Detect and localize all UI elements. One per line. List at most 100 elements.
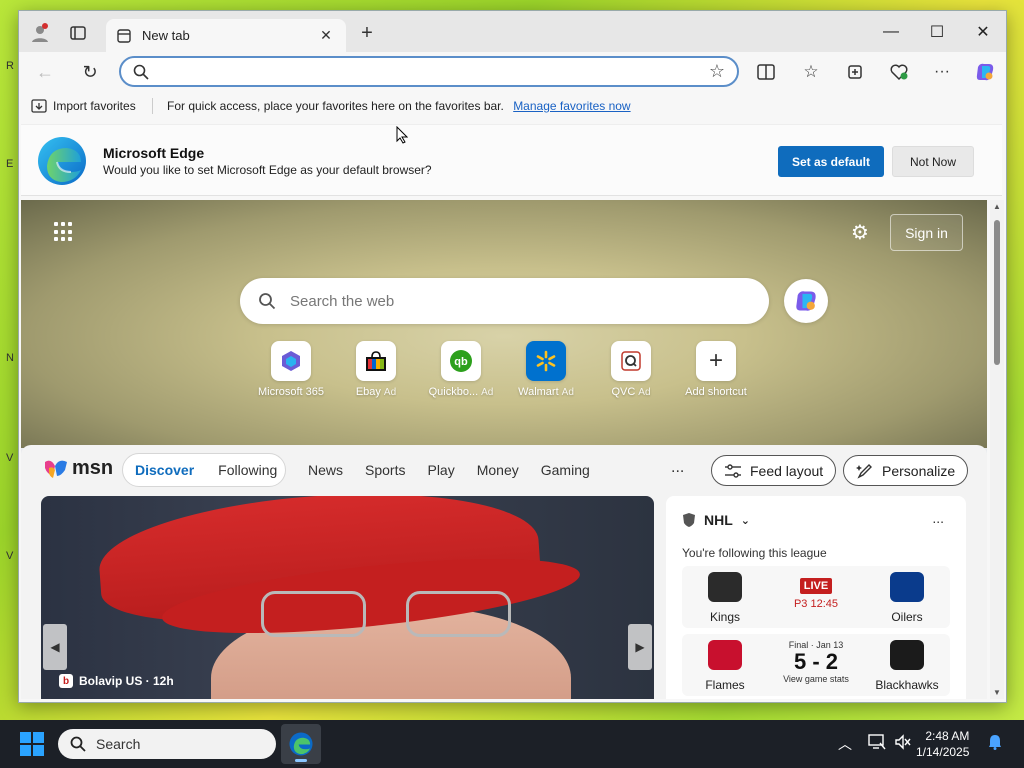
tab-actions-icon[interactable] [67,22,89,44]
scroll-up-icon[interactable]: ▲ [993,202,1001,211]
browser-window: New tab ✕ + — ☐ ✕ ← ↻ ☆ ☆ ··· Import fav… [18,10,1007,703]
desktop-icon-label: R [6,60,14,72]
nav-play[interactable]: Play [427,462,454,478]
view-game-stats-link[interactable]: View game stats [768,674,864,684]
favorites-icon[interactable]: ☆ [797,58,825,86]
import-favorites-button[interactable]: Import favorites [31,99,136,113]
nhl-label: NHL [704,512,733,528]
search-icon [259,293,276,310]
notification-bell-icon[interactable] [988,734,1002,753]
msn-feed: msn Discover Following News Sports Play … [21,445,987,699]
story-source-text: Bolavip US · 12h [79,674,174,688]
next-arrow-button[interactable]: ▶ [628,624,652,670]
nhl-card: NHL ⌄ ... You're following this league K… [666,496,966,699]
feed-more-button[interactable]: ... [671,459,684,477]
not-now-button[interactable]: Not Now [892,146,974,177]
sign-in-button[interactable]: Sign in [890,214,963,251]
new-tab-button[interactable]: + [356,22,378,44]
game-status: Final · Jan 13 5 - 2 View game stats [768,634,864,696]
nav-news[interactable]: News [308,462,343,478]
search-icon [70,736,86,752]
gear-icon[interactable]: ⚙ [851,222,873,244]
oilers-logo-icon [890,572,924,602]
tab-strip: New tab ✕ + — ☐ ✕ [19,11,1006,52]
copilot-button[interactable] [784,279,828,323]
taskbar-search[interactable]: Search [58,729,276,759]
manage-favorites-link[interactable]: Manage favorites now [513,99,630,113]
tab-discover[interactable]: Discover [123,462,206,478]
story-image-glasses [261,591,521,639]
favorites-hint: For quick access, place your favorites h… [167,99,631,113]
nav-gaming[interactable]: Gaming [541,462,590,478]
collections-icon[interactable] [841,58,869,86]
browser-essentials-icon[interactable] [885,58,913,86]
previous-arrow-button[interactable]: ◀ [43,624,67,670]
scroll-thumb[interactable] [994,220,1000,365]
personalize-button[interactable]: Personalize [843,455,969,486]
newtab-icon [116,28,132,44]
show-hidden-icons-chevron-icon[interactable]: ︿ [838,734,852,754]
split-screen-icon[interactable] [752,58,780,86]
taskbar-edge-button[interactable] [281,724,321,764]
story-source[interactable]: b Bolavip US · 12h [59,674,174,688]
system-clock[interactable]: 2:48 AM 1/14/2025 [916,728,969,760]
game-score: 5 - 2 [793,649,839,674]
address-bar[interactable]: ☆ [119,56,739,87]
app-launcher-icon[interactable] [54,222,74,242]
top-story-card[interactable]: ◀ ▶ b Bolavip US · 12h [41,496,654,699]
nhl-more-button[interactable]: ... [932,510,944,526]
minimize-button[interactable]: — [868,19,914,45]
feed-layout-label: Feed layout [750,462,824,479]
nhl-league-dropdown[interactable]: NHL ⌄ [682,512,750,528]
shortcut-quickbooks[interactable]: qb Quickbo... Ad [419,341,503,398]
tab-following[interactable]: Following [206,462,289,478]
nav-sports[interactable]: Sports [365,462,405,478]
web-search-input[interactable] [290,292,751,310]
edge-logo-icon [38,137,86,185]
shortcut-microsoft365[interactable]: Microsoft 365 [249,341,333,398]
background-image: ⚙ Sign in Microsoft 365 [21,200,987,448]
settings-more-icon[interactable]: ··· [928,58,956,86]
shortcut-ebay[interactable]: Ebay Ad [334,341,418,398]
msn-logo[interactable]: msn [43,457,113,480]
nav-money[interactable]: Money [477,462,519,478]
favorites-hint-text: For quick access, place your favorites h… [167,99,504,113]
web-search-box[interactable] [240,278,769,324]
close-window-button[interactable]: ✕ [960,19,1006,45]
refresh-button[interactable]: ↻ [76,58,104,86]
favorites-bar: Import favorites For quick access, place… [19,92,1006,120]
divider [152,98,153,114]
default-browser-banner: Microsoft Edge Would you like to set Mic… [21,124,1002,196]
set-as-default-button[interactable]: Set as default [778,146,884,177]
shortcut-walmart[interactable]: Walmart Ad [504,341,588,398]
back-button[interactable]: ← [31,58,59,86]
microsoft365-icon [271,341,311,381]
shortcut-label: QVC [611,386,636,398]
desktop-icon-label: V [6,550,14,562]
game-status: LIVE P3 12:45 [768,566,864,628]
live-badge: LIVE [799,578,833,594]
nhl-shield-icon [683,513,695,527]
ad-label: Ad [383,387,397,398]
shortcut-qvc[interactable]: QVC Ad [589,341,673,398]
page-scrollbar[interactable]: ▲ ▼ [990,200,1004,699]
clock-time: 2:48 AM [925,729,970,743]
game-row[interactable]: Kings LIVE P3 12:45 Oilers [682,566,950,628]
address-input[interactable] [159,63,709,80]
game-row[interactable]: Flames Final · Jan 13 5 - 2 View game st… [682,634,950,696]
scroll-down-icon[interactable]: ▼ [993,688,1001,697]
volume-muted-icon[interactable] [894,734,912,753]
profile-icon[interactable] [29,22,51,44]
shortcut-label: Walmart [518,386,559,398]
network-icon[interactable] [868,734,886,753]
maximize-button[interactable]: ☐ [914,19,960,45]
windows-start-icon[interactable] [20,732,44,756]
close-icon[interactable]: ✕ [316,27,336,44]
team-home: Flames [682,634,768,696]
shortcut-label: Add shortcut [685,386,747,398]
tab-new-tab[interactable]: New tab ✕ [106,19,346,52]
feed-layout-button[interactable]: Feed layout [711,455,837,486]
favorite-star-icon[interactable]: ☆ [709,61,725,82]
shortcut-add[interactable]: + Add shortcut [674,341,758,398]
copilot-icon[interactable] [971,58,999,86]
